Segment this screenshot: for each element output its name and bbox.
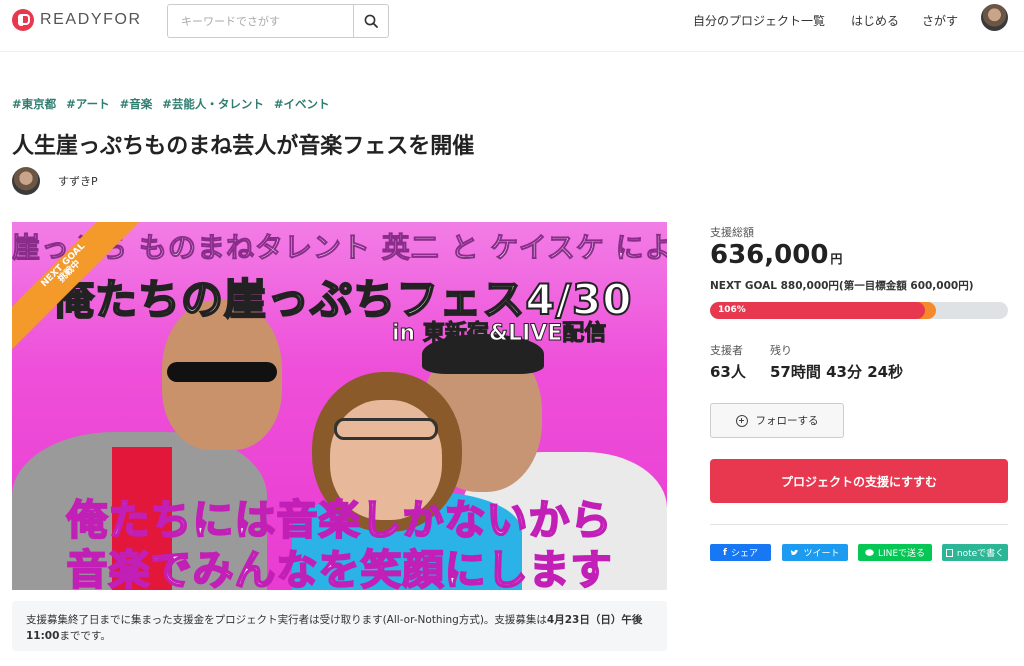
search-icon <box>364 14 378 28</box>
share-facebook-label: シェア <box>730 549 758 559</box>
sunglasses <box>167 362 277 382</box>
total-amount-value: 636,000 <box>710 240 829 270</box>
user-avatar[interactable] <box>981 4 1008 31</box>
share-line-button[interactable]: LINEで送る <box>858 544 932 561</box>
search-input[interactable] <box>168 5 353 37</box>
nav-explore[interactable]: さがす <box>922 12 958 29</box>
share-twitter-label: ツイート <box>803 549 840 559</box>
tag-music[interactable]: #音楽 <box>120 96 153 112</box>
tag-event[interactable]: #イベント <box>274 96 330 112</box>
share-note-label: noteで書く <box>956 549 1005 559</box>
owner-name[interactable]: すずきP <box>58 173 98 189</box>
nav-start[interactable]: はじめる <box>851 12 899 29</box>
tag-art[interactable]: #アート <box>66 96 109 112</box>
project-hero-image[interactable]: 崖っぷち ものまねタレント 英二 と ケイスケ による 俺たちの崖っぷちフェス4… <box>12 222 667 590</box>
remaining-time: 57時間 43分 24秒 <box>770 363 904 381</box>
project-tags: #東京都 #アート #音楽 #芸能人・タレント #イベント <box>12 96 330 112</box>
follow-label: フォローする <box>755 415 819 427</box>
remaining-label: 残り <box>770 344 792 357</box>
logo-text: READYFOR <box>40 11 142 28</box>
site-header: READYFOR 自分のプロジェクト一覧 はじめる さがす <box>0 0 1024 52</box>
hero-venue: in 東新宿&LIVE配信 <box>391 321 607 347</box>
supporters-label: 支援者 <box>710 344 743 357</box>
owner-avatar[interactable] <box>12 167 40 195</box>
search-box <box>167 4 389 38</box>
hero-caption-2: 音楽でみんなを笑顔にします <box>66 545 613 590</box>
share-line-label: LINEで送る <box>877 549 926 559</box>
share-twitter-button[interactable]: ツイート <box>782 544 848 561</box>
readyfor-logo-icon <box>12 9 34 31</box>
project-title: 人生崖っぷちものまね芸人が音楽フェスを開催 <box>12 134 475 159</box>
next-goal-text: NEXT GOAL 880,000円(第一目標金額 600,000円) <box>710 280 974 292</box>
ribbon-band: NEXT GOAL 挑戦中 <box>12 222 142 349</box>
share-note-button[interactable]: noteで書く <box>942 544 1008 561</box>
support-project-button[interactable]: プロジェクトの支援にすすむ <box>710 459 1008 503</box>
next-goal-ribbon: NEXT GOAL 挑戦中 <box>12 222 142 352</box>
readyfor-logo[interactable]: READYFOR <box>12 9 142 31</box>
follow-button[interactable]: フォローする <box>710 403 844 438</box>
search-button[interactable] <box>353 5 388 37</box>
tag-celebrity[interactable]: #芸能人・タレント <box>162 96 264 112</box>
sidebar-divider <box>710 524 1008 525</box>
currency-label: 円 <box>830 252 843 266</box>
funding-progress-bar: 106% <box>710 302 1008 319</box>
plus-circle-icon <box>735 414 748 427</box>
ribbon-line-2: 挑戦中 <box>56 258 84 286</box>
twitter-icon <box>791 549 799 555</box>
all-or-nothing-notice: 支援募集終了日までに集まった支援金をプロジェクト実行者は受け取ります(All-o… <box>12 601 667 651</box>
line-icon <box>865 548 874 556</box>
share-facebook-button[interactable]: f シェア <box>710 544 771 561</box>
project-owner[interactable]: すずきP <box>12 167 98 195</box>
facebook-icon: f <box>723 547 727 558</box>
notice-text: 支援募集終了日までに集まった支援金をプロジェクト実行者は受け取ります(All-o… <box>26 614 547 626</box>
tag-tokyo[interactable]: #東京都 <box>12 96 56 112</box>
glasses <box>334 418 438 440</box>
total-amount: 636,000 円 <box>710 240 842 270</box>
progress-percent: 106% <box>718 305 746 315</box>
total-label: 支援総額 <box>710 226 754 239</box>
notice-text-end: までです。 <box>59 630 111 642</box>
supporters-count: 63人 <box>710 363 746 381</box>
note-icon <box>945 548 953 557</box>
nav-my-projects[interactable]: 自分のプロジェクト一覧 <box>693 12 825 29</box>
